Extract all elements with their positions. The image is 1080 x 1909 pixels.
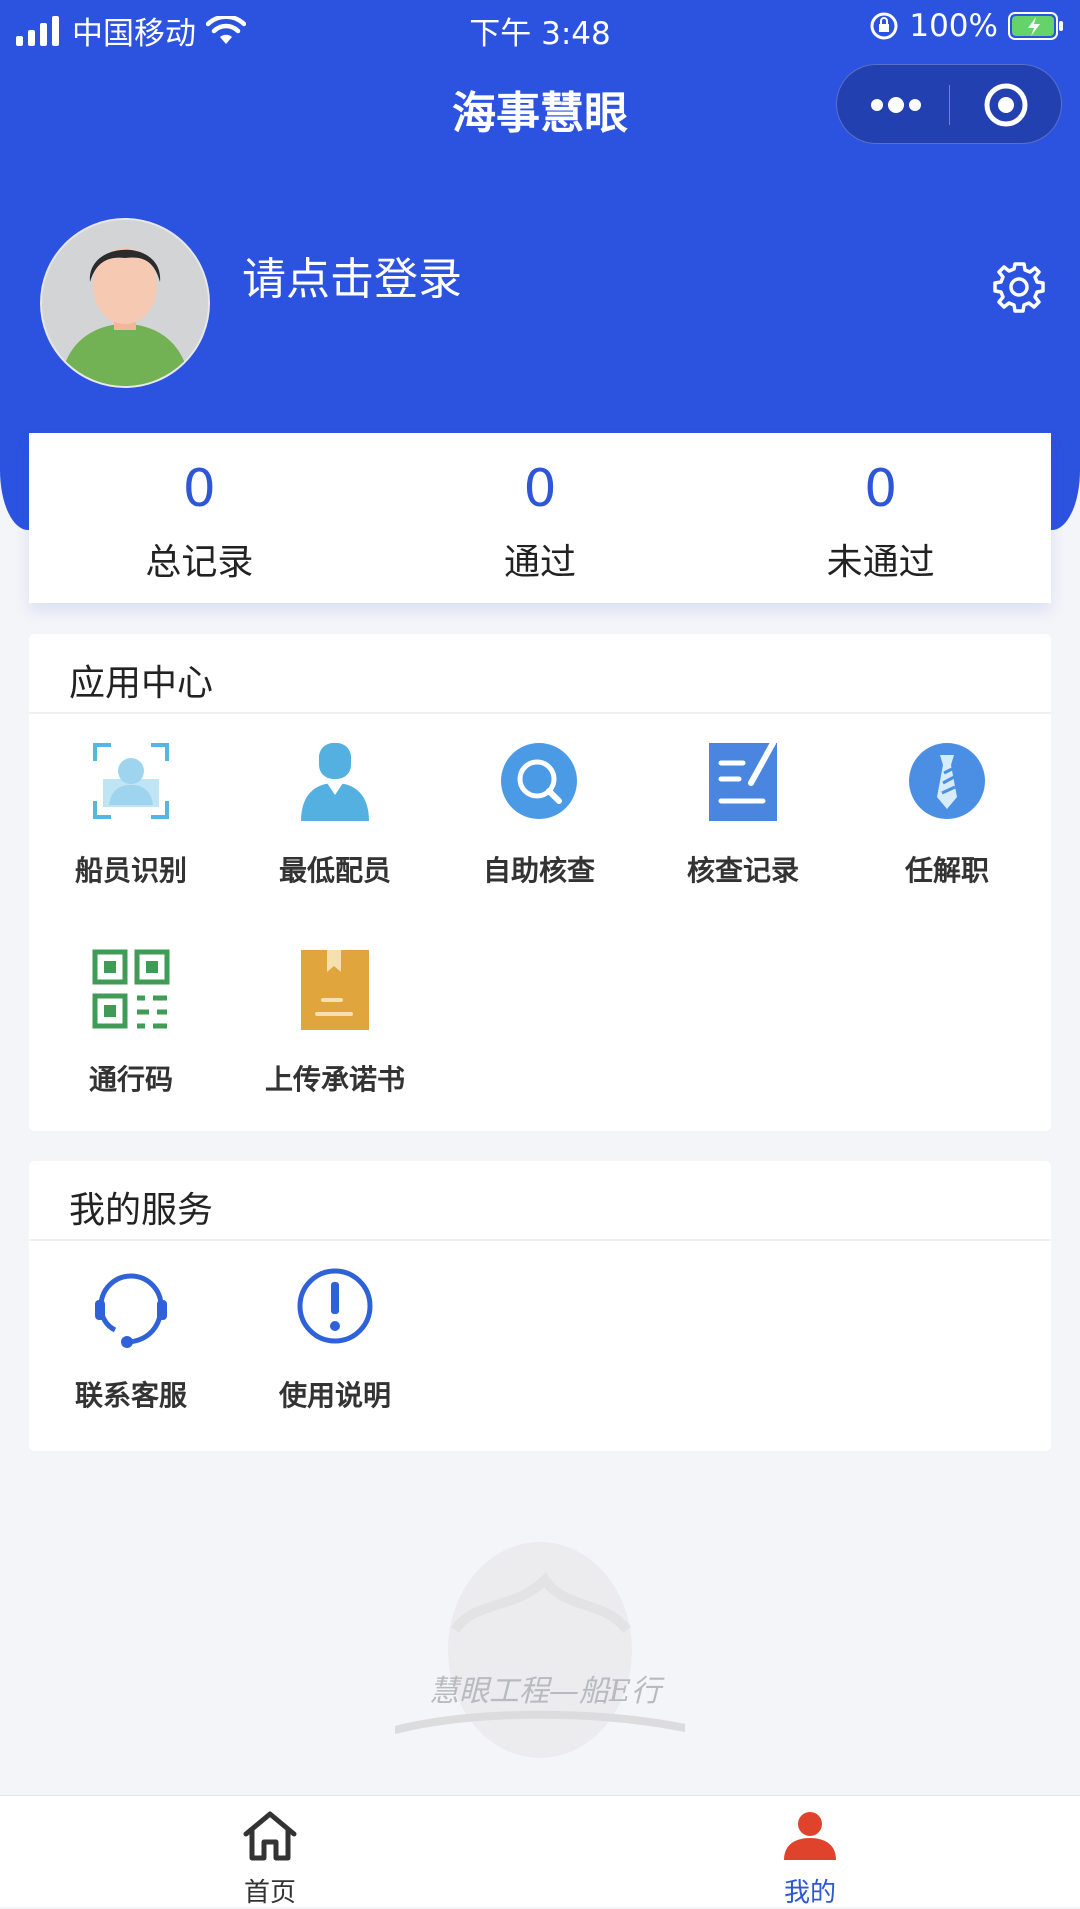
panel-divider <box>29 1239 1051 1241</box>
app-label: 船员识别 <box>74 854 187 887</box>
app-label: 自助核查 <box>482 854 595 887</box>
app-upload-commitment[interactable]: 上传承诺书 <box>233 948 437 1098</box>
more-icon[interactable] <box>869 91 923 119</box>
app-check-records[interactable]: 核查记录 <box>641 739 845 889</box>
stat-value: 0 <box>182 459 216 519</box>
battery-charging-icon <box>1008 12 1063 40</box>
avatar[interactable] <box>40 218 210 388</box>
watermark-text: 慧眼工程—船E行 <box>429 1674 661 1709</box>
info-exclamation-icon <box>297 1268 373 1344</box>
status-right: 100% <box>869 8 1064 44</box>
app-pass-code[interactable]: 通行码 <box>29 948 233 1098</box>
tab-home-label: 首页 <box>243 1878 296 1908</box>
status-bar: 中国移动 下午 3:48 100% <box>0 0 1080 54</box>
service-contact-support[interactable]: 联系客服 <box>29 1264 233 1414</box>
app-crew-identification[interactable]: 船员识别 <box>29 739 233 889</box>
stats-card: 0 总记录 0 通过 0 未通过 <box>29 433 1051 603</box>
home-icon <box>243 1811 297 1861</box>
bookmark-document-icon <box>301 950 369 1030</box>
headset-icon <box>95 1273 167 1348</box>
my-services-panel: 我的服务 联系客服 使用说明 <box>29 1161 1051 1451</box>
app-label: 任解职 <box>904 854 989 887</box>
service-label: 使用说明 <box>278 1379 391 1412</box>
stat-value: 0 <box>523 459 557 519</box>
battery-percent: 100% <box>909 8 998 44</box>
bottom-tab-bar: 首页 我的 <box>0 1795 1080 1909</box>
tab-mine[interactable]: 我的 <box>740 1810 880 1909</box>
stat-value: 0 <box>864 459 898 519</box>
default-avatar-icon <box>42 220 208 386</box>
app-center-title: 应用中心 <box>69 663 214 704</box>
tie-icon <box>909 743 985 819</box>
app-self-check[interactable]: 自助核查 <box>437 739 641 889</box>
close-target-icon[interactable] <box>983 82 1029 128</box>
tab-home[interactable]: 首页 <box>200 1810 340 1909</box>
app-center-panel: 应用中心 船员识别 最低配员 自助核查 核查记录 任解职 通行码 上传承诺书 <box>29 634 1051 1131</box>
app-label: 通行码 <box>88 1063 173 1096</box>
app-label: 上传承诺书 <box>264 1063 405 1096</box>
app-appoint-dismiss[interactable]: 任解职 <box>845 739 1049 889</box>
app-label: 最低配员 <box>278 854 391 887</box>
login-prompt[interactable]: 请点击登录 <box>242 243 462 307</box>
crew-person-icon <box>301 743 369 821</box>
stat-label: 总记录 <box>145 542 254 583</box>
stat-label: 通过 <box>504 542 577 583</box>
service-user-guide[interactable]: 使用说明 <box>233 1264 437 1414</box>
stat-total-records[interactable]: 0 总记录 <box>29 433 370 603</box>
user-icon <box>784 1812 836 1860</box>
watermark-logo-icon <box>395 1542 685 1758</box>
record-edit-icon <box>709 740 777 821</box>
stat-label: 未通过 <box>826 542 935 583</box>
my-services-title: 我的服务 <box>69 1190 214 1231</box>
orientation-lock-icon <box>870 12 898 40</box>
qr-code-icon <box>92 949 170 1029</box>
capsule-divider <box>949 85 950 125</box>
panel-divider <box>29 712 1051 714</box>
face-scan-icon <box>93 743 169 819</box>
settings-gear-icon[interactable] <box>990 258 1048 316</box>
app-label: 核查记录 <box>686 854 799 887</box>
app-minimum-crew[interactable]: 最低配员 <box>233 739 437 889</box>
stat-passed[interactable]: 0 通过 <box>370 433 711 603</box>
stat-not-passed[interactable]: 0 未通过 <box>710 433 1051 603</box>
tab-mine-label: 我的 <box>783 1878 836 1908</box>
service-label: 联系客服 <box>74 1379 187 1412</box>
capsule-menu <box>836 64 1062 144</box>
search-check-icon <box>501 743 577 819</box>
